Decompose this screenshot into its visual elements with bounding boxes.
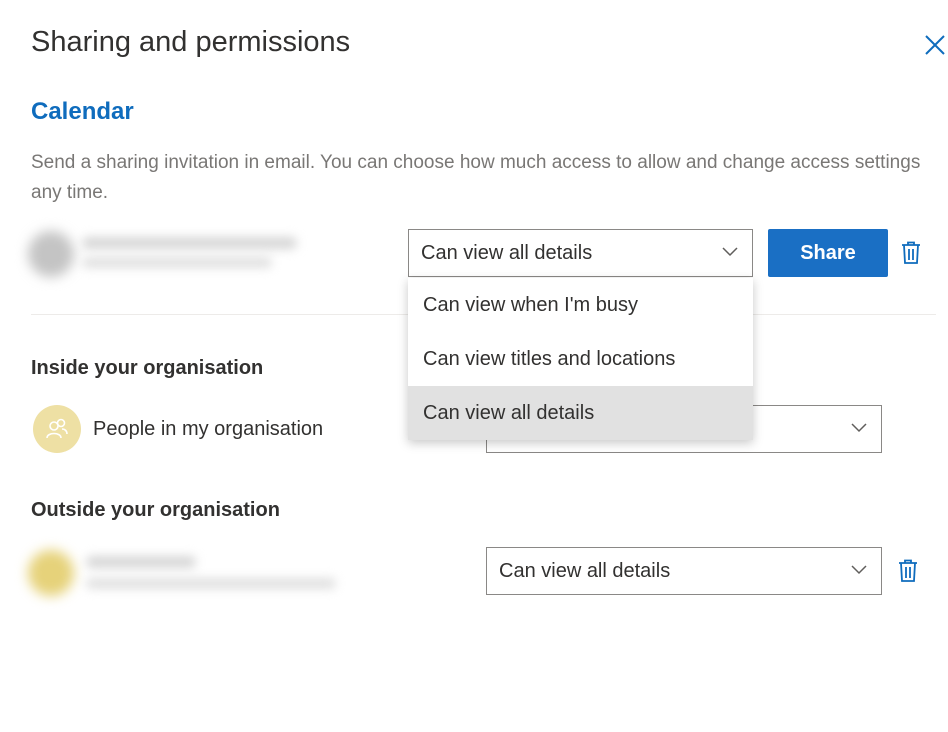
outside-recipient [20, 540, 350, 610]
blurred-email [82, 257, 272, 268]
close-icon[interactable] [924, 34, 946, 56]
outside-org-heading: Outside your organisation [31, 499, 280, 521]
people-icon [46, 418, 68, 439]
blurred-avatar [28, 231, 74, 277]
trash-icon[interactable] [901, 241, 921, 265]
outside-org-permission-value: Can view all details [499, 560, 671, 582]
invite-permission-dropdown[interactable]: Can view all details [408, 229, 753, 277]
chevron-down-icon [722, 247, 738, 257]
invite-recipient [20, 225, 310, 285]
chevron-down-icon [851, 423, 867, 433]
inside-org-heading: Inside your organisation [31, 357, 264, 379]
invite-permission-value: Can view all details [421, 242, 593, 264]
outside-org-permission-dropdown[interactable]: Can view all details [486, 547, 882, 595]
share-button[interactable]: Share [768, 229, 888, 277]
panel-title: Sharing and permissions [31, 26, 351, 58]
blurred-name [86, 556, 196, 568]
blurred-name [82, 237, 297, 249]
blurred-email [86, 578, 336, 589]
sharing-description: Send a sharing invitation in email. You … [31, 152, 921, 203]
menu-item-all-details[interactable]: Can view all details [408, 386, 753, 440]
permission-dropdown-menu: Can view when I'm busy Can view titles a… [408, 278, 753, 440]
chevron-down-icon [851, 565, 867, 575]
trash-icon[interactable] [898, 559, 918, 583]
blurred-avatar [28, 550, 74, 596]
menu-item-busy[interactable]: Can view when I'm busy [408, 278, 753, 332]
org-avatar [33, 405, 81, 453]
menu-item-titles-locations[interactable]: Can view titles and locations [408, 332, 753, 386]
people-in-org-label: People in my organisation [93, 418, 324, 440]
calendar-title: Calendar [31, 98, 134, 125]
